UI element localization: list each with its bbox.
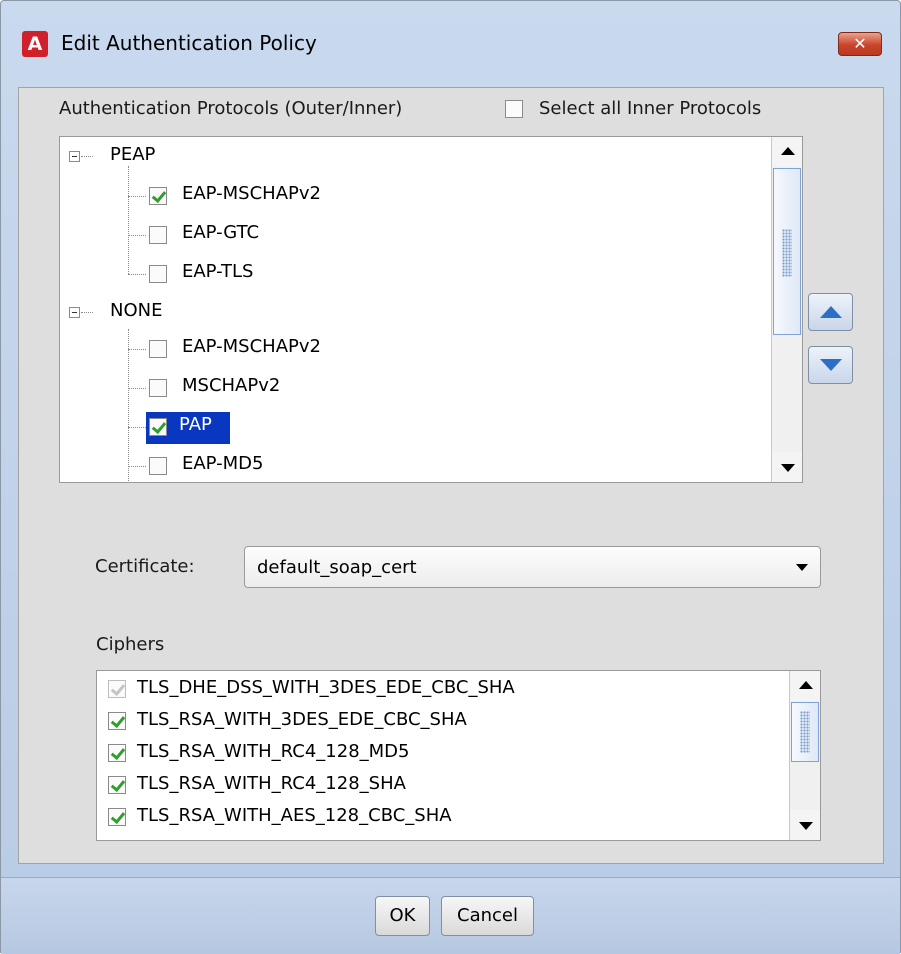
scroll-up-arrow-icon[interactable] bbox=[772, 137, 802, 167]
protocol-tree-scrollbar[interactable] bbox=[771, 137, 802, 482]
dialog-body: Authentication Protocols (Outer/Inner) S… bbox=[18, 87, 884, 864]
cancel-button[interactable]: Cancel bbox=[441, 896, 534, 936]
none-eap-md5-checkbox[interactable] bbox=[149, 457, 167, 475]
scroll-down-arrow-icon[interactable] bbox=[790, 810, 820, 840]
cipher-checkbox[interactable] bbox=[108, 744, 126, 762]
peap-eap-mschapv2-checkbox[interactable] bbox=[149, 187, 167, 205]
select-all-inner-protocols-checkbox[interactable] bbox=[505, 100, 523, 118]
triangle-down-icon bbox=[820, 359, 842, 371]
tree-node-none[interactable]: NONE bbox=[110, 300, 162, 321]
certificate-label: Certificate: bbox=[95, 556, 195, 577]
close-button[interactable]: ✕ bbox=[838, 32, 882, 56]
none-collapse-toggle[interactable] bbox=[69, 307, 80, 318]
tree-node-peap-eap-gtc[interactable]: EAP-GTC bbox=[182, 222, 259, 243]
tree-connector bbox=[128, 349, 146, 350]
cipher-checkbox bbox=[108, 680, 126, 698]
tree-connector bbox=[128, 274, 146, 275]
tree-node-peap-eap-mschapv2[interactable]: EAP-MSCHAPv2 bbox=[182, 183, 321, 204]
list-item[interactable]: TLS_RSA_WITH_3DES_EDE_CBC_SHA bbox=[97, 705, 777, 737]
tree-node-peap[interactable]: PEAP bbox=[110, 144, 155, 165]
tree-connector bbox=[128, 329, 129, 482]
scroll-down-arrow-icon[interactable] bbox=[772, 452, 802, 482]
tree-connector bbox=[128, 196, 146, 197]
tree-node-none-mschapv2[interactable]: MSCHAPv2 bbox=[182, 375, 280, 396]
authentication-protocols-label: Authentication Protocols (Outer/Inner) bbox=[59, 98, 403, 119]
cipher-label[interactable]: TLS_RSA_WITH_AES_128_CBC_SHA bbox=[137, 805, 452, 826]
cipher-checkbox[interactable] bbox=[108, 808, 126, 826]
certificate-dropdown[interactable]: default_soap_cert bbox=[244, 546, 821, 588]
certificate-value: default_soap_cert bbox=[257, 557, 417, 578]
none-mschapv2-checkbox[interactable] bbox=[149, 379, 167, 397]
scroll-grip-icon bbox=[800, 711, 810, 753]
tree-connector bbox=[128, 388, 146, 389]
scroll-thumb[interactable] bbox=[773, 168, 801, 335]
tree-node-peap-eap-tls[interactable]: EAP-TLS bbox=[182, 261, 253, 282]
cipher-checkbox[interactable] bbox=[108, 712, 126, 730]
ciphers-list[interactable]: TLS_DHE_DSS_WITH_3DES_EDE_CBC_SHA TLS_RS… bbox=[96, 670, 821, 841]
move-down-button[interactable] bbox=[808, 346, 853, 384]
select-all-inner-protocols-label[interactable]: Select all Inner Protocols bbox=[539, 98, 761, 119]
tree-node-none-eap-mschapv2[interactable]: EAP-MSCHAPv2 bbox=[182, 336, 321, 357]
tree-connector bbox=[81, 312, 93, 313]
list-item[interactable]: TLS_RSA_WITH_AES_128_CBC_SHA bbox=[97, 801, 777, 833]
tree-connector bbox=[128, 235, 146, 236]
scroll-grip-icon bbox=[782, 229, 792, 277]
app-logo-icon: A bbox=[22, 31, 48, 57]
scroll-up-arrow-icon[interactable] bbox=[790, 671, 820, 701]
ciphers-label: Ciphers bbox=[96, 634, 165, 655]
list-item[interactable]: TLS_RSA_WITH_RC4_128_SHA bbox=[97, 769, 777, 801]
list-item[interactable]: TLS_DHE_DSS_WITH_3DES_EDE_CBC_SHA bbox=[97, 673, 777, 705]
tree-node-none-pap[interactable]: PAP bbox=[179, 414, 212, 435]
tree-node-none-eap-md5[interactable]: EAP-MD5 bbox=[182, 453, 263, 474]
cipher-label[interactable]: TLS_RSA_WITH_RC4_128_MD5 bbox=[137, 741, 410, 762]
dialog-title: Edit Authentication Policy bbox=[61, 31, 317, 55]
cipher-label[interactable]: TLS_RSA_WITH_3DES_EDE_CBC_SHA bbox=[137, 709, 467, 730]
tree-connector bbox=[128, 466, 146, 467]
title-bar[interactable]: A Edit Authentication Policy ✕ bbox=[1, 1, 900, 87]
peap-collapse-toggle[interactable] bbox=[69, 151, 80, 162]
none-eap-mschapv2-checkbox[interactable] bbox=[149, 340, 167, 358]
cipher-label: TLS_DHE_DSS_WITH_3DES_EDE_CBC_SHA bbox=[137, 677, 515, 698]
tree-connector bbox=[81, 156, 93, 157]
tree-connector bbox=[128, 427, 146, 428]
move-up-button[interactable] bbox=[808, 293, 853, 331]
cipher-checkbox[interactable] bbox=[108, 776, 126, 794]
triangle-up-icon bbox=[820, 306, 842, 318]
ciphers-scrollbar[interactable] bbox=[789, 671, 820, 840]
ok-button[interactable]: OK bbox=[375, 896, 430, 936]
peap-eap-tls-checkbox[interactable] bbox=[149, 265, 167, 283]
edit-authentication-policy-dialog: A Edit Authentication Policy ✕ Authentic… bbox=[0, 0, 901, 954]
list-item[interactable]: TLS_RSA_WITH_RC4_128_MD5 bbox=[97, 737, 777, 769]
none-pap-checkbox[interactable] bbox=[149, 418, 167, 436]
protocol-tree[interactable]: PEAP EAP-MSCHAPv2 EAP-GTC EAP-TLS NONE E… bbox=[59, 136, 803, 483]
peap-eap-gtc-checkbox[interactable] bbox=[149, 226, 167, 244]
chevron-down-icon bbox=[796, 564, 808, 571]
scroll-thumb[interactable] bbox=[791, 702, 819, 762]
cipher-label[interactable]: TLS_RSA_WITH_RC4_128_SHA bbox=[137, 773, 406, 794]
tree-connector bbox=[128, 166, 129, 274]
